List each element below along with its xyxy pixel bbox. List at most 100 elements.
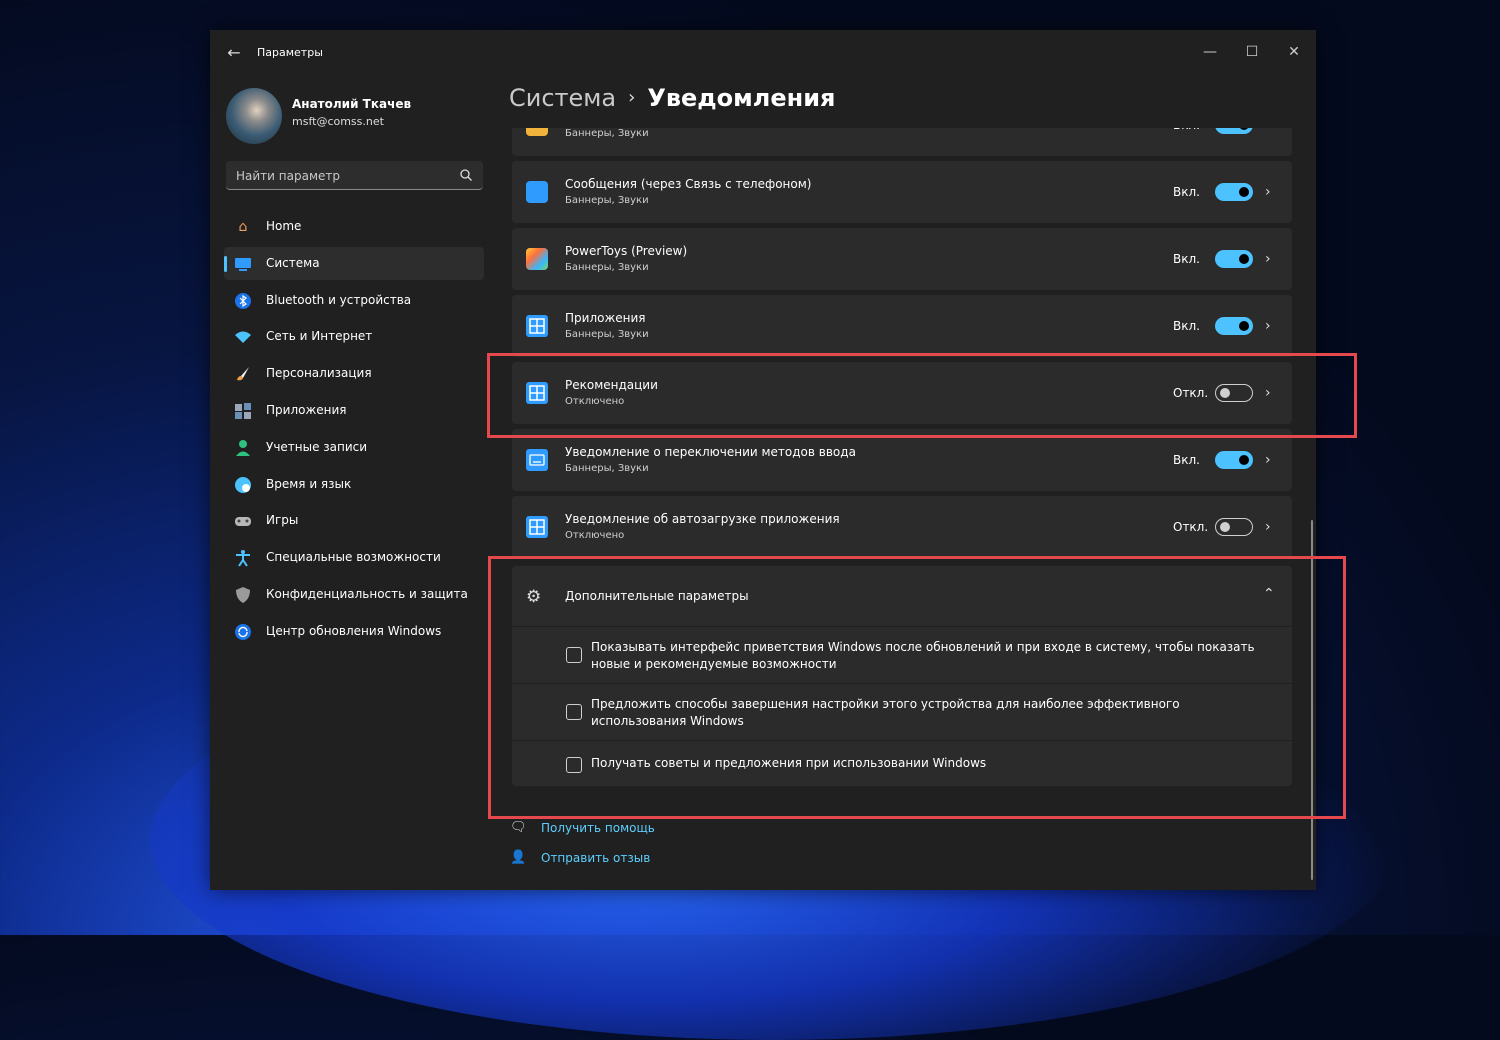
toggle-state-label: Вкл.	[1173, 252, 1200, 266]
row-title: PowerToys (Preview)	[565, 244, 688, 258]
row-title: Уведомление о переключении методов ввода	[565, 445, 856, 459]
sidebar-item-personalization[interactable]: Персонализация	[224, 357, 484, 390]
notification-row[interactable]: Баннеры, Звуки Вкл. ›	[512, 128, 1292, 156]
row-title: Сообщения (через Связь с телефоном)	[565, 177, 812, 191]
chevron-right-icon[interactable]: ›	[1265, 250, 1277, 268]
notification-toggle[interactable]	[1215, 128, 1253, 134]
notification-toggle[interactable]	[1215, 451, 1253, 469]
sidebar-item-label: Центр обновления Windows	[266, 623, 442, 638]
sidebar-item-time-language[interactable]: Время и язык	[224, 468, 484, 501]
row-title: Приложения	[565, 311, 646, 325]
sidebar-item-gaming[interactable]: Игры	[224, 504, 484, 537]
toggle-state-label: Вкл.	[1173, 185, 1200, 199]
notification-toggle[interactable]	[1215, 518, 1253, 536]
help-icon: 🗨	[510, 820, 527, 835]
sidebar-item-label: Home	[266, 219, 302, 233]
user-email: msft@comss.net	[292, 115, 384, 128]
sidebar-item-label: Персонализация	[266, 366, 372, 381]
powertoys-icon	[526, 248, 548, 270]
wifi-icon	[234, 328, 252, 346]
user-name: Анатолий Ткачев	[292, 97, 412, 111]
chevron-right-icon[interactable]: ›	[1265, 128, 1277, 134]
breadcrumb-parent[interactable]: Система	[509, 84, 616, 112]
search-icon[interactable]	[459, 168, 473, 182]
apps-icon	[234, 402, 252, 420]
title-bar: ← Параметры — ☐ ✕	[210, 30, 1316, 76]
update-icon	[234, 623, 252, 641]
chevron-right-icon[interactable]: ›	[1265, 183, 1277, 201]
sidebar-item-apps[interactable]: Приложения	[224, 394, 484, 427]
sidebar-item-home[interactable]: ⌂ Home	[224, 210, 484, 243]
search-input[interactable]	[234, 166, 453, 186]
notification-toggle[interactable]	[1215, 250, 1253, 268]
sidebar-item-network[interactable]: Сеть и Интернет	[224, 320, 484, 353]
sidebar-item-label: Специальные возможности	[266, 550, 441, 565]
sidebar-item-windows-update[interactable]: Центр обновления Windows	[224, 615, 484, 648]
sidebar-item-system[interactable]: Система	[224, 246, 484, 280]
clock-globe-icon	[234, 476, 252, 494]
sidebar-item-accessibility[interactable]: Специальные возможности	[224, 541, 484, 574]
toggle-state-label: Вкл.	[1173, 319, 1200, 333]
notification-row[interactable]: PowerToys (Preview) Баннеры, Звуки Вкл. …	[512, 228, 1292, 290]
page-title: Уведомления	[647, 84, 836, 112]
app-icon	[526, 128, 548, 136]
feedback-icon: 👤	[510, 850, 527, 865]
sidebar-item-label: Bluetooth и устройства	[266, 292, 412, 307]
row-subtitle: Баннеры, Звуки	[565, 463, 649, 474]
sidebar-item-label: Конфиденциальность и защита	[266, 586, 468, 601]
sidebar-nav: ⌂ Home Система Bluetooth и устройства Се…	[224, 210, 484, 652]
bluetooth-icon	[234, 292, 252, 310]
sidebar-item-privacy[interactable]: Конфиденциальность и защита	[224, 578, 484, 611]
row-subtitle: Баннеры, Звуки	[565, 195, 649, 206]
sidebar-item-label: Учетные записи	[266, 439, 368, 454]
breadcrumb-separator: ›	[628, 87, 636, 108]
monitor-icon	[234, 255, 252, 273]
notification-toggle[interactable]	[1215, 317, 1253, 335]
avatar[interactable]	[226, 88, 282, 144]
apps-icon	[526, 516, 548, 538]
get-help-link[interactable]: Получить помощь	[541, 821, 655, 835]
notification-row[interactable]: Приложения Баннеры, Звуки Вкл. ›	[512, 295, 1292, 357]
maximize-icon[interactable]: ☐	[1232, 38, 1272, 66]
app-title: Параметры	[257, 46, 323, 59]
apps-icon	[526, 315, 548, 337]
sidebar-item-label: Игры	[266, 513, 299, 528]
close-icon[interactable]: ✕	[1274, 38, 1314, 66]
brush-icon	[234, 365, 252, 383]
phone-link-icon	[526, 181, 548, 203]
row-title: Уведомление об автозагрузке приложения	[565, 512, 840, 526]
chevron-right-icon[interactable]: ›	[1265, 518, 1277, 536]
accessibility-icon	[234, 549, 252, 567]
sidebar-item-bluetooth[interactable]: Bluetooth и устройства	[224, 284, 484, 317]
breadcrumb: Система › Уведомления	[509, 84, 835, 112]
sidebar-item-label: Система	[266, 255, 320, 270]
feedback-link[interactable]: Отправить отзыв	[541, 851, 650, 865]
row-subtitle: Баннеры, Звуки	[565, 262, 649, 273]
row-subtitle: Отключено	[565, 530, 625, 541]
row-subtitle: Баннеры, Звуки	[565, 329, 649, 340]
gamepad-icon	[234, 512, 252, 530]
chevron-right-icon[interactable]: ›	[1265, 317, 1277, 335]
home-icon: ⌂	[238, 219, 248, 235]
sidebar-item-label: Приложения	[266, 402, 347, 417]
notification-row[interactable]: Сообщения (через Связь с телефоном) Банн…	[512, 161, 1292, 223]
row-subtitle: Баннеры, Звуки	[565, 128, 649, 139]
toggle-state-label: Вкл.	[1173, 453, 1200, 467]
notification-toggle[interactable]	[1215, 183, 1253, 201]
user-icon	[234, 439, 252, 457]
highlight-frame-recommendations	[487, 353, 1357, 438]
shield-icon	[234, 586, 252, 604]
sidebar-item-label: Время и язык	[266, 476, 352, 491]
notification-row[interactable]: Уведомление о переключении методов ввода…	[512, 429, 1292, 491]
chevron-right-icon[interactable]: ›	[1265, 451, 1277, 469]
minimize-icon[interactable]: —	[1190, 38, 1230, 66]
keyboard-icon	[526, 449, 548, 471]
sidebar-item-label: Сеть и Интернет	[266, 329, 373, 344]
back-arrow-icon[interactable]: ←	[224, 43, 244, 63]
toggle-state-label: Вкл.	[1173, 128, 1200, 132]
sidebar-item-accounts[interactable]: Учетные записи	[224, 431, 484, 464]
highlight-frame-advanced	[488, 556, 1346, 819]
notification-row[interactable]: Уведомление об автозагрузке приложения О…	[512, 496, 1292, 558]
search-box[interactable]	[226, 161, 483, 190]
toggle-state-label: Откл.	[1173, 520, 1209, 534]
